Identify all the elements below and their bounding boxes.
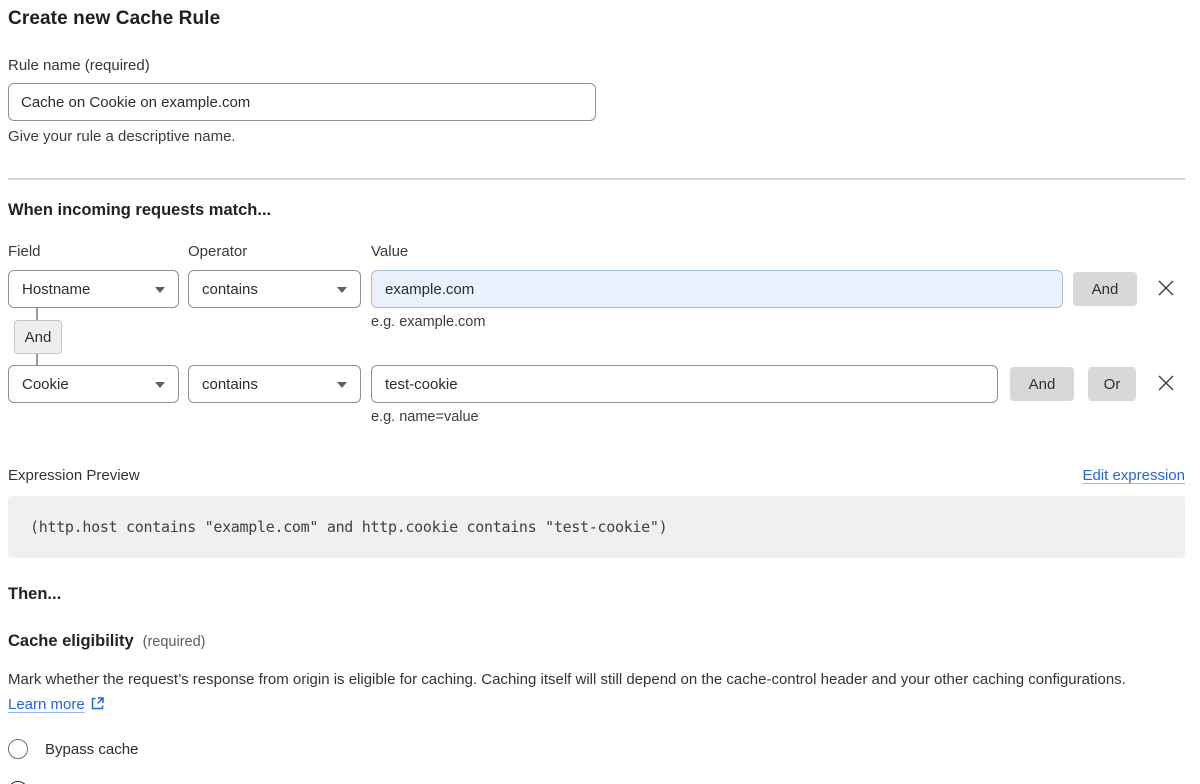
operator-select-row1[interactable]: contains [188, 270, 361, 308]
chevron-down-icon [155, 287, 165, 293]
radio-unselected-icon [8, 739, 28, 759]
create-cache-rule-page: Create new Cache Rule Rule name (require… [0, 0, 1200, 784]
rule-name-helper: Give your rule a descriptive name. [8, 128, 1185, 145]
operator-select-row2[interactable]: contains [188, 365, 361, 403]
close-icon [1157, 374, 1175, 392]
value-input-row2[interactable] [371, 365, 998, 403]
then-section-heading: Then... [8, 585, 1185, 604]
learn-more-link[interactable]: Learn more [8, 696, 85, 713]
rule-name-input[interactable] [8, 83, 596, 121]
operator-column-label: Operator [188, 243, 247, 260]
field-select-row2[interactable]: Cookie [8, 365, 179, 403]
external-link-icon [90, 696, 105, 711]
page-title: Create new Cache Rule [8, 7, 1185, 30]
chevron-down-icon [337, 287, 347, 293]
field-select-row2-value: Cookie [22, 376, 69, 393]
value-column-label: Value [371, 243, 408, 260]
expression-builder: Field Operator Value Hostname contains A… [8, 243, 1185, 429]
value-input-row1[interactable] [371, 270, 1063, 308]
connector-and-button[interactable]: And [14, 320, 62, 354]
section-divider [8, 178, 1185, 180]
connector-line-top [36, 308, 38, 320]
value-hint-row2: e.g. name=value [371, 409, 479, 425]
expression-preview-label: Expression Preview [8, 467, 140, 484]
value-hint-row1: e.g. example.com [371, 314, 485, 330]
cache-eligibility-radio-group: Bypass cache Eligible for cache [8, 739, 1185, 784]
edit-expression-link[interactable]: Edit expression [1082, 467, 1185, 484]
close-icon [1157, 279, 1175, 297]
radio-bypass-cache[interactable]: Bypass cache [8, 739, 1185, 759]
field-column-label: Field [8, 243, 41, 260]
remove-row1-button[interactable] [1156, 278, 1176, 298]
field-select-row1[interactable]: Hostname [8, 270, 179, 308]
cache-eligibility-description: Mark whether the request’s response from… [8, 667, 1168, 717]
chevron-down-icon [155, 382, 165, 388]
rule-name-label: Rule name (required) [8, 57, 1185, 74]
match-section-heading: When incoming requests match... [8, 201, 1185, 220]
cache-eligibility-heading: Cache eligibility [8, 632, 134, 651]
operator-select-row1-value: contains [202, 281, 258, 298]
expression-code-text: (http.host contains "example.com" and ht… [30, 518, 667, 536]
expression-preview-code: (http.host contains "example.com" and ht… [8, 496, 1185, 558]
connector-line-bottom [36, 354, 38, 365]
chevron-down-icon [337, 382, 347, 388]
required-note: (required) [143, 634, 206, 650]
field-select-row1-value: Hostname [22, 281, 90, 298]
operator-select-row2-value: contains [202, 376, 258, 393]
add-or-button-row2[interactable]: Or [1088, 367, 1136, 401]
add-and-button-row1[interactable]: And [1073, 272, 1137, 306]
radio-bypass-cache-label: Bypass cache [45, 741, 138, 758]
description-text: Mark whether the request’s response from… [8, 671, 1126, 688]
add-and-button-row2[interactable]: And [1010, 367, 1074, 401]
remove-row2-button[interactable] [1156, 373, 1176, 393]
